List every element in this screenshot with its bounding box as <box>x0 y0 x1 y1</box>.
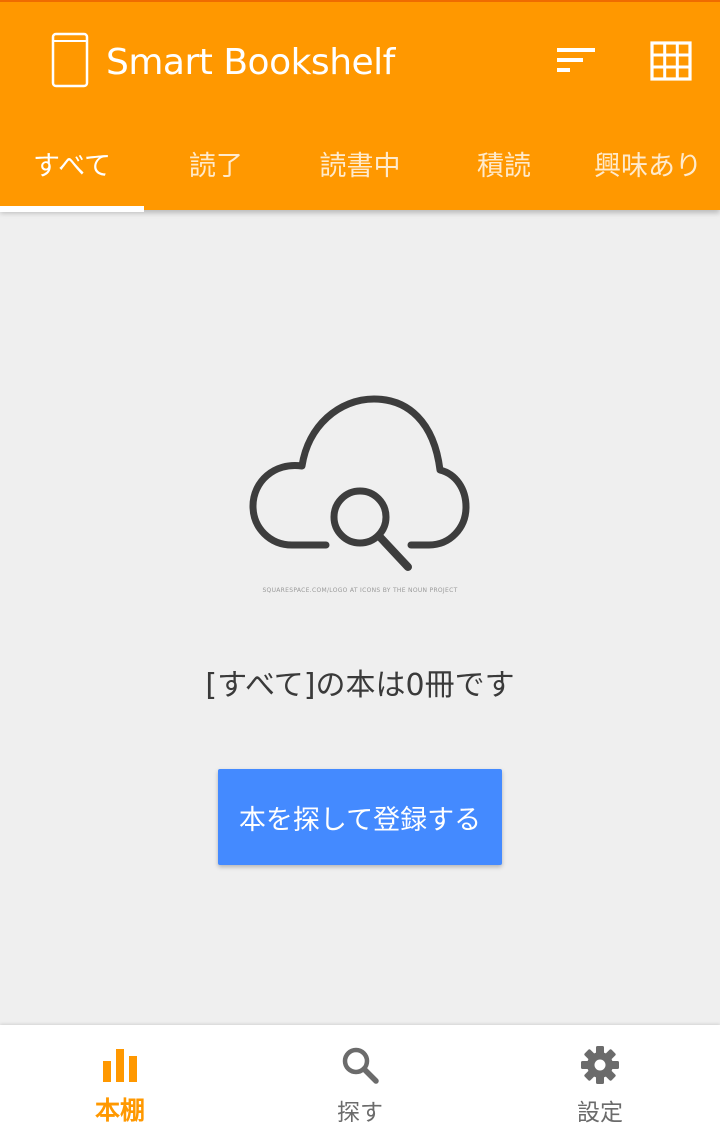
tab-label: 読書中 <box>319 151 401 182</box>
nav-bookshelf[interactable]: 本棚 <box>0 1025 240 1137</box>
tab-unread[interactable]: 積読 <box>432 115 576 212</box>
tab-label: すべて <box>32 151 112 182</box>
app-title: Smart Bookshelf <box>106 42 395 83</box>
tab-label: 興味あり <box>594 151 702 182</box>
nav-search[interactable]: 探す <box>240 1025 480 1137</box>
nav-label: 設定 <box>577 1100 623 1126</box>
bottom-navigation: 本棚 探す 設定 <box>0 1025 720 1137</box>
illustration-credit: SQUARESPACE.COM/LOGO AT ICONS BY THE NOU… <box>262 587 458 594</box>
active-tab-indicator <box>0 206 144 212</box>
nav-label: 探す <box>337 1100 383 1126</box>
tab-reading[interactable]: 読書中 <box>288 115 432 212</box>
app-bar: Smart Bookshelf すべて 読了 読書中 積読 興味あり <box>0 0 720 212</box>
search-and-register-button[interactable]: 本を探して登録する <box>218 769 502 865</box>
nav-label: 本棚 <box>94 1096 145 1125</box>
bookshelf-chart-icon <box>103 1049 137 1082</box>
tab-interested[interactable]: 興味あり <box>576 115 720 212</box>
search-icon <box>342 1047 379 1084</box>
tab-label: 積読 <box>477 151 531 182</box>
tab-all[interactable]: すべて <box>0 115 144 212</box>
empty-message: [すべて]の本は0冊です <box>205 668 515 703</box>
tab-label: 読了 <box>189 151 243 182</box>
tab-finished[interactable]: 読了 <box>144 115 288 212</box>
app-root: Smart Bookshelf すべて 読了 読書中 積読 興味あり SQUAR… <box>0 0 720 1137</box>
sort-icon[interactable] <box>548 37 604 85</box>
category-tabs: すべて 読了 読書中 積読 興味あり <box>0 115 720 212</box>
grid-view-icon[interactable] <box>642 34 702 90</box>
cloud-search-icon <box>249 395 470 571</box>
gear-icon <box>581 1046 619 1084</box>
book-icon <box>51 32 89 88</box>
nav-settings[interactable]: 設定 <box>480 1025 720 1137</box>
